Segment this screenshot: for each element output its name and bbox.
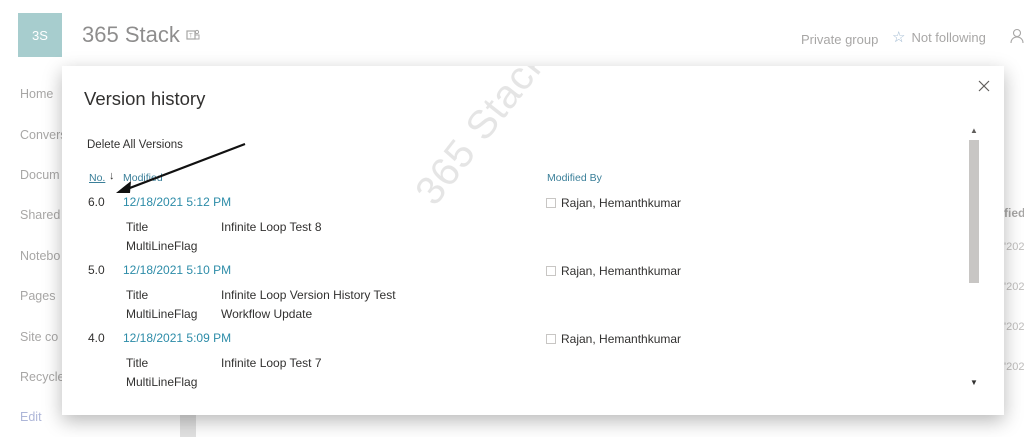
version-modified-by[interactable]: Rajan, Hemanthkumar <box>561 196 681 210</box>
field-name: Title <box>126 356 149 370</box>
field-value: Infinite Loop Version History Test <box>221 288 396 302</box>
version-number: 6.0 <box>88 195 105 209</box>
column-header-modified[interactable]: Modified <box>123 172 163 184</box>
field-name: Title <box>126 220 149 234</box>
field-name: Title <box>126 288 149 302</box>
scroll-thumb[interactable] <box>969 140 979 283</box>
vertical-scrollbar[interactable]: ▲ ▼ <box>967 126 981 390</box>
user-presence-icon <box>546 266 556 276</box>
field-name: MultiLineFlag <box>126 307 198 321</box>
field-value: Infinite Loop Test 8 <box>221 220 322 234</box>
user-presence-icon <box>546 198 556 208</box>
version-history-dialog: Version history 365 Stack Delete All Ver… <box>62 66 1004 415</box>
version-number: 4.0 <box>88 331 105 345</box>
version-date-link[interactable]: 12/18/2021 5:10 PM <box>123 263 231 277</box>
column-header-modified-by[interactable]: Modified By <box>547 172 602 184</box>
scroll-track[interactable] <box>969 140 979 380</box>
version-date-link[interactable]: 12/18/2021 5:12 PM <box>123 195 231 209</box>
version-number: 5.0 <box>88 263 105 277</box>
field-value: Infinite Loop Test 7 <box>221 356 322 370</box>
field-name: MultiLineFlag <box>126 375 198 389</box>
version-modified-by[interactable]: Rajan, Hemanthkumar <box>561 332 681 346</box>
dialog-title: Version history <box>84 88 206 109</box>
field-value: Workflow Update <box>221 307 313 321</box>
sort-down-icon: ↓ <box>109 170 115 182</box>
scroll-down-icon[interactable]: ▼ <box>969 378 979 388</box>
close-icon[interactable] <box>976 78 992 94</box>
watermark: 365 Stack <box>407 66 557 214</box>
column-header-no[interactable]: No. <box>89 172 105 184</box>
version-modified-by[interactable]: Rajan, Hemanthkumar <box>561 264 681 278</box>
user-presence-icon <box>546 334 556 344</box>
delete-all-versions-link[interactable]: Delete All Versions <box>87 139 183 151</box>
version-date-link[interactable]: 12/18/2021 5:09 PM <box>123 331 231 345</box>
field-name: MultiLineFlag <box>126 239 198 253</box>
scroll-up-icon[interactable]: ▲ <box>969 126 979 136</box>
